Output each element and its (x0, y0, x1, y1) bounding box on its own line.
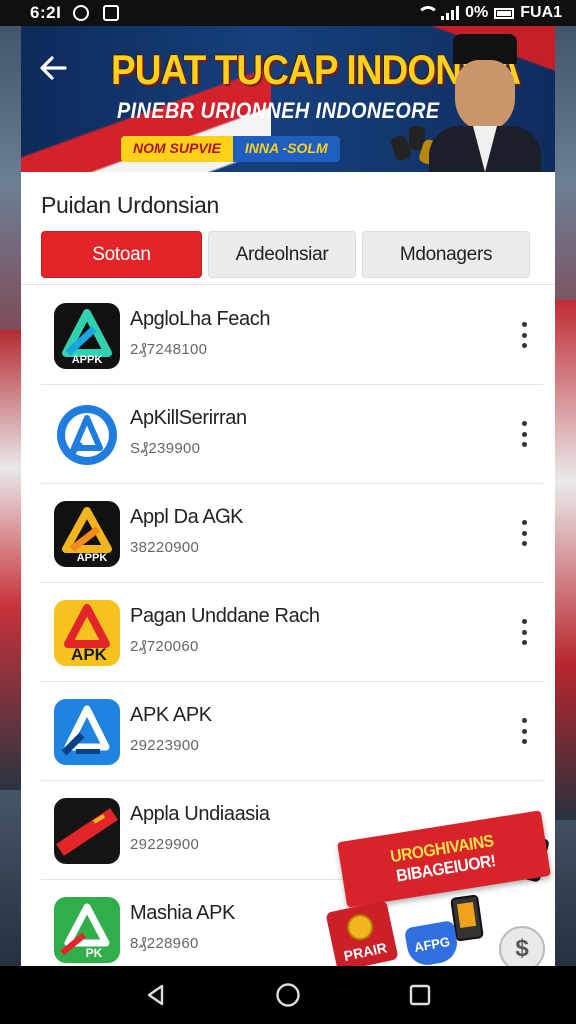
nav-back-button[interactable] (136, 975, 176, 1015)
promo-tile: PRAIR (325, 900, 399, 966)
battery-percent: 0% (465, 4, 489, 21)
apk-green-triangle-icon: PK (54, 897, 120, 963)
promo-banner: UROGHIVAINS BIBAGEIUOR! (337, 810, 551, 908)
list-item[interactable]: APK APK 29223900 (41, 682, 543, 781)
app-name: Pagan Unddane Rach (130, 605, 320, 627)
app-meta: 29229900 (130, 836, 200, 853)
promo-tile-text: PRAIR (342, 939, 389, 965)
more-options-icon[interactable] (517, 421, 531, 447)
apk-gold-triangle-icon: APPK (54, 501, 120, 567)
apk-black-red-icon (54, 798, 120, 864)
wifi-icon (415, 6, 440, 20)
signal-icon (441, 6, 460, 20)
notification-target-icon (73, 5, 90, 21)
apk-blue-circle-icon (54, 402, 120, 468)
person-portrait (429, 34, 541, 172)
svg-text:APPK: APPK (77, 552, 108, 564)
circle-home-icon (276, 983, 300, 1007)
dollar-coin-icon: $ (499, 926, 545, 966)
status-carrier: FUA1 (520, 4, 562, 21)
header-banner: PUAT TUCAP INDONSIA PINEBR URIONNEH INDO… (21, 26, 555, 172)
back-button[interactable] (35, 50, 71, 86)
apk-yellow-red-icon: APK (54, 600, 120, 666)
status-time: 6:2Ɩ (30, 3, 62, 22)
navigation-bar (0, 966, 576, 1024)
app-meta: 2₰7248100 (130, 341, 208, 358)
list-item[interactable]: APK Pagan Unddane Rach 2₰720060 (41, 583, 543, 682)
page-title: Puidan Urdonsian (41, 192, 220, 218)
svg-text:APPK: APPK (72, 354, 103, 366)
app-page: PUAT TUCAP INDONSIA PINEBR URIONNEH INDO… (21, 26, 555, 966)
more-options-icon[interactable] (517, 718, 531, 744)
banner-pill-right: INNA -SOLM (232, 136, 340, 162)
app-meta: 2₰720060 (130, 638, 199, 655)
more-options-icon[interactable] (517, 520, 531, 546)
coin-icon (344, 911, 376, 943)
list-item[interactable]: APPK ApgloLha Feach 2₰7248100 (41, 286, 543, 385)
app-name: Mashia APK (130, 902, 235, 924)
nav-home-button[interactable] (268, 975, 308, 1015)
promo-gem: AFPG (403, 919, 461, 966)
tab-mdonagers[interactable]: Mdonagers (362, 231, 530, 278)
app-name: Appla Undiaasia (130, 803, 270, 825)
app-name: ApgloLha Feach (130, 308, 271, 330)
notification-app-icon (103, 5, 120, 21)
promo-sticker[interactable]: UROGHIVAINS BIBAGEIUOR! PRAIR AFPG $ (321, 796, 555, 966)
tab-ardeolnsiar[interactable]: Ardeolnsiar (208, 231, 356, 278)
banner-subtitle: PINEBR URIONNEH INDONEORE (117, 98, 440, 123)
app-meta: 8₰228960 (130, 935, 199, 952)
app-name: ApKillSerirran (130, 407, 247, 429)
more-options-icon[interactable] (517, 619, 531, 645)
category-tabs: Sotoan Ardeolnsiar Mdonagers (41, 231, 530, 278)
app-meta: 29223900 (130, 737, 200, 754)
app-name: APK APK (130, 704, 212, 726)
app-meta: S₰239900 (130, 440, 201, 457)
apk-blue-square-icon (54, 699, 120, 765)
banner-pill: NOM SUPVIE INNA -SOLM (121, 136, 340, 162)
triangle-back-icon (147, 984, 164, 1006)
list-item[interactable]: APPK Appl Da AᏀK 38220900 (41, 484, 543, 583)
status-bar: 6:2Ɩ 0% FUA1 (0, 0, 576, 26)
apk-triangle-teal-icon: APPK (54, 303, 120, 369)
app-name: Appl Da AᏀK (130, 506, 244, 528)
nav-recents-button[interactable] (400, 975, 440, 1015)
arrow-left-icon (40, 56, 67, 80)
app-meta: 38220900 (130, 539, 200, 556)
battery-icon (494, 7, 515, 19)
svg-text:APK: APK (71, 645, 108, 664)
more-options-icon[interactable] (517, 322, 531, 348)
banner-pill-left: NOM SUPVIE (121, 136, 233, 162)
square-recents-icon (409, 984, 431, 1006)
list-item[interactable]: ApKillSerirran S₰239900 (41, 385, 543, 484)
tab-sotoan[interactable]: Sotoan (41, 231, 202, 278)
divider (21, 284, 555, 285)
svg-text:PK: PK (86, 946, 103, 960)
